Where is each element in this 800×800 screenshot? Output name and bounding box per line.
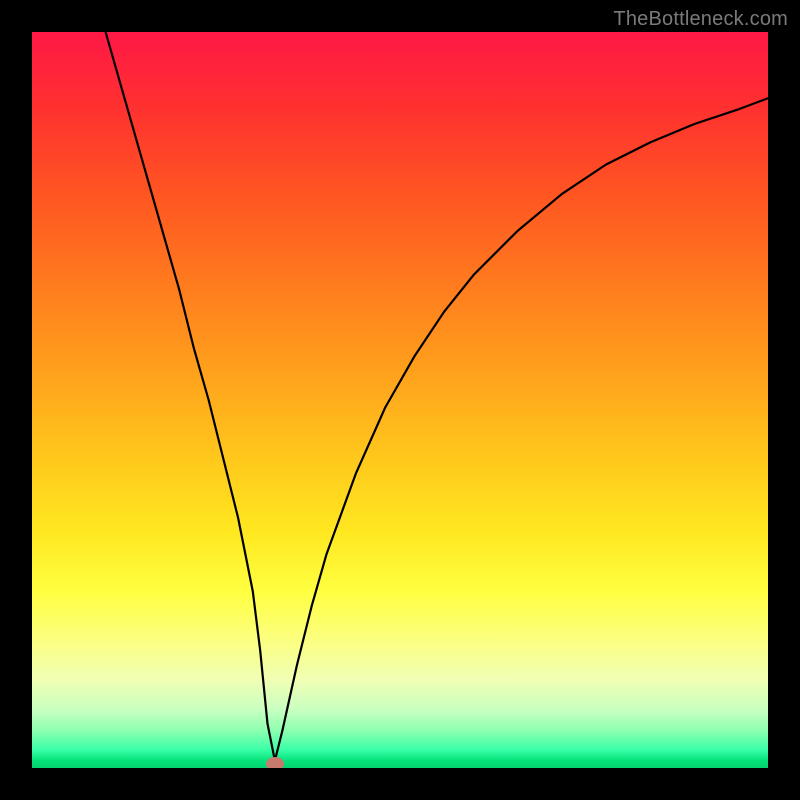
optimal-point-marker xyxy=(266,757,284,768)
chart-frame: TheBottleneck.com xyxy=(0,0,800,800)
plot-area xyxy=(32,32,768,768)
watermark-text: TheBottleneck.com xyxy=(613,8,788,31)
bottleneck-curve xyxy=(32,32,768,768)
curve-path xyxy=(106,32,768,761)
